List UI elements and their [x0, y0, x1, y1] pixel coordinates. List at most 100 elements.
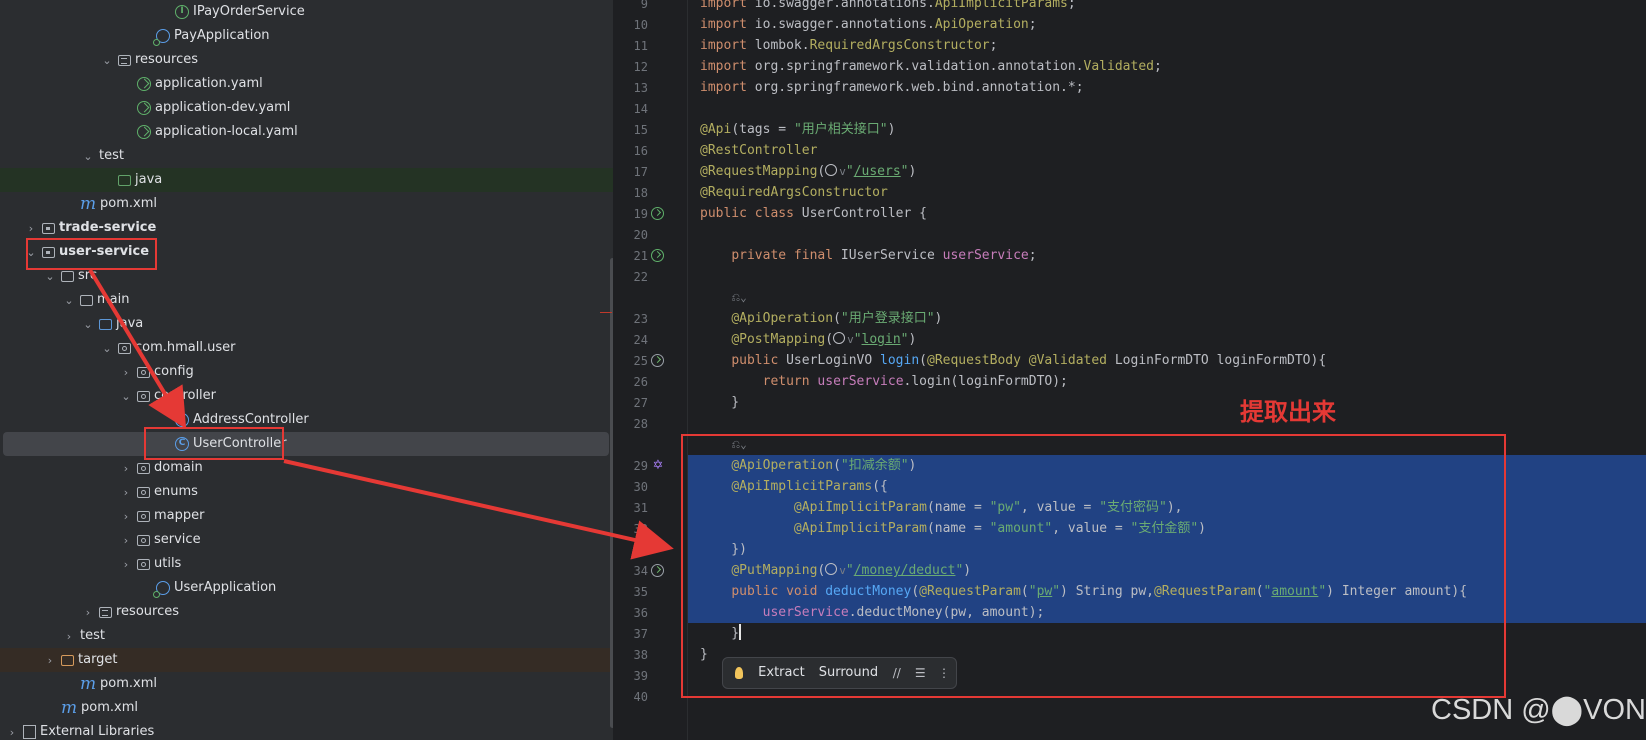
spring-bean-gutter-icon[interactable] — [651, 249, 664, 262]
tree-item[interactable]: application-dev.yaml — [0, 96, 613, 120]
line-number: 33 — [633, 543, 648, 557]
code-line[interactable]: ⎌⌄ — [700, 287, 746, 309]
code-line[interactable]: @RequestMapping(v"/users") — [700, 161, 916, 183]
tree-item-label: UserApplication — [174, 580, 277, 595]
tree-item[interactable]: › trade-service — [0, 216, 613, 240]
tree-item[interactable]: › External Libraries — [0, 720, 613, 740]
ai-action-icon[interactable]: ✡ — [651, 459, 665, 473]
globe-icon[interactable] — [825, 164, 838, 176]
code-line[interactable]: @RestController — [700, 140, 817, 162]
tree-item[interactable]: UserApplication — [0, 576, 613, 600]
annotation-box-selected-code — [681, 434, 1506, 698]
code-line[interactable]: import io.swagger.annotations.ApiImplici… — [700, 0, 1076, 15]
chevron-down-icon[interactable]: ⌄ — [44, 269, 56, 283]
chevron-right-icon[interactable]: › — [63, 629, 75, 643]
chevron-right-icon[interactable]: › — [120, 533, 132, 547]
package-icon — [137, 366, 150, 378]
yaml-icon — [137, 101, 151, 115]
chevron-right-icon[interactable]: › — [6, 725, 18, 739]
chevron-down-icon[interactable]: ⌄ — [101, 53, 113, 67]
tree-item[interactable]: PayApplication — [0, 24, 613, 48]
code-line[interactable]: @PostMapping(v"login") — [700, 329, 916, 351]
tree-item[interactable]: ⌄ com.hmall.user — [0, 336, 613, 360]
tree-item[interactable]: ⌄ java — [0, 312, 613, 336]
code-line[interactable]: private final IUserService userService; — [700, 245, 1036, 267]
tree-item[interactable]: ⌄ test — [0, 144, 613, 168]
chevron-right-icon[interactable]: › — [120, 509, 132, 523]
code-line[interactable]: public class UserController { — [700, 203, 927, 225]
chevron-right-icon[interactable]: › — [44, 653, 56, 667]
code-token: import — [700, 17, 755, 32]
tree-item[interactable]: application.yaml — [0, 72, 613, 96]
chevron-right-icon[interactable]: › — [25, 221, 37, 235]
code-token: import — [700, 38, 755, 53]
chevron-right-icon[interactable]: › — [82, 605, 94, 619]
chevron-right-icon[interactable]: › — [120, 461, 132, 475]
tree-item[interactable]: m pom.xml — [0, 696, 613, 720]
code-token: Validated — [1083, 59, 1154, 74]
line-number: 37 — [633, 627, 648, 641]
module-folder-icon — [42, 222, 55, 234]
chevron-right-icon[interactable]: › — [120, 365, 132, 379]
tree-item[interactable]: › target — [0, 648, 613, 672]
tree-item[interactable]: › enums — [0, 480, 613, 504]
interface-icon: I — [175, 5, 189, 19]
line-number: 17 — [633, 165, 648, 179]
code-line[interactable]: @ApiOperation("用户登录接口") — [700, 308, 942, 330]
code-line[interactable]: import org.springframework.web.bind.anno… — [700, 77, 1084, 99]
chevron-down-icon[interactable]: ⌄ — [82, 149, 94, 163]
chevron-right-icon[interactable]: › — [120, 485, 132, 499]
tree-item-label: com.hmall.user — [135, 340, 236, 355]
chevron-right-icon[interactable]: › — [120, 557, 132, 571]
line-number: 18 — [633, 186, 648, 200]
code-line[interactable]: } — [700, 392, 739, 414]
tree-item[interactable]: m pom.xml — [0, 192, 613, 216]
code-token: ; — [1067, 0, 1076, 11]
package-icon — [137, 510, 150, 522]
code-line[interactable]: import io.swagger.annotations.ApiOperati… — [700, 14, 1037, 36]
code-line[interactable]: import lombok.RequiredArgsConstructor; — [700, 35, 997, 57]
code-line[interactable]: return userService.login(loginFormDTO); — [700, 371, 1068, 393]
chevron-down-icon[interactable]: ⌄ — [120, 389, 132, 403]
line-number: 20 — [633, 228, 648, 242]
tree-item[interactable]: ⌄ resources — [0, 48, 613, 72]
endpoint-gutter-icon[interactable] — [651, 564, 664, 577]
spring-class-icon — [153, 581, 170, 598]
code-line[interactable]: import org.springframework.validation.an… — [700, 56, 1162, 78]
tree-item[interactable]: › utils — [0, 552, 613, 576]
endpoint-gutter-icon[interactable] — [651, 354, 664, 367]
code-line[interactable]: public UserLoginVO login(@RequestBody @V… — [700, 350, 1326, 372]
tree-item[interactable]: › mapper — [0, 504, 613, 528]
tree-item[interactable]: › config — [0, 360, 613, 384]
tree-item[interactable]: ⌄ controller — [0, 384, 613, 408]
tree-item[interactable]: java — [0, 168, 613, 192]
tree-item[interactable]: C UserController — [3, 432, 609, 456]
code-line[interactable]: @RequiredArgsConstructor — [700, 182, 888, 204]
chevron-down-icon[interactable]: ⌄ — [101, 341, 113, 355]
tree-item[interactable]: › resources — [0, 600, 613, 624]
tree-item-label: application-dev.yaml — [155, 100, 291, 115]
tree-item[interactable]: › domain — [0, 456, 613, 480]
code-line[interactable]: @Api(tags = "用户相关接口") — [700, 119, 895, 141]
chevron-down-icon[interactable]: ⌄ — [82, 317, 94, 331]
tree-item[interactable]: › service — [0, 528, 613, 552]
spring-bean-gutter-icon[interactable] — [651, 207, 664, 220]
tree-item[interactable]: m pom.xml — [0, 672, 613, 696]
line-number: 29 — [633, 459, 648, 473]
tree-item[interactable]: I IPayOrderService — [0, 0, 613, 24]
tree-item[interactable]: application-local.yaml — [0, 120, 613, 144]
tree-item[interactable]: C AddressController — [0, 408, 613, 432]
code-token: ) — [908, 164, 917, 179]
project-tree-panel: I IPayOrderService PayApplication ⌄ resource… — [0, 0, 613, 740]
tree-item[interactable]: ⌄ main — [0, 288, 613, 312]
code-token: " — [853, 332, 862, 347]
tree-item[interactable]: › test — [0, 624, 613, 648]
code-token: login — [880, 353, 920, 368]
chevron-down-icon[interactable]: ⌄ — [63, 293, 75, 307]
tree-item-label: PayApplication — [174, 28, 270, 43]
line-number: 15 — [633, 123, 648, 137]
globe-icon[interactable] — [833, 332, 846, 344]
code-token: login — [861, 332, 901, 347]
